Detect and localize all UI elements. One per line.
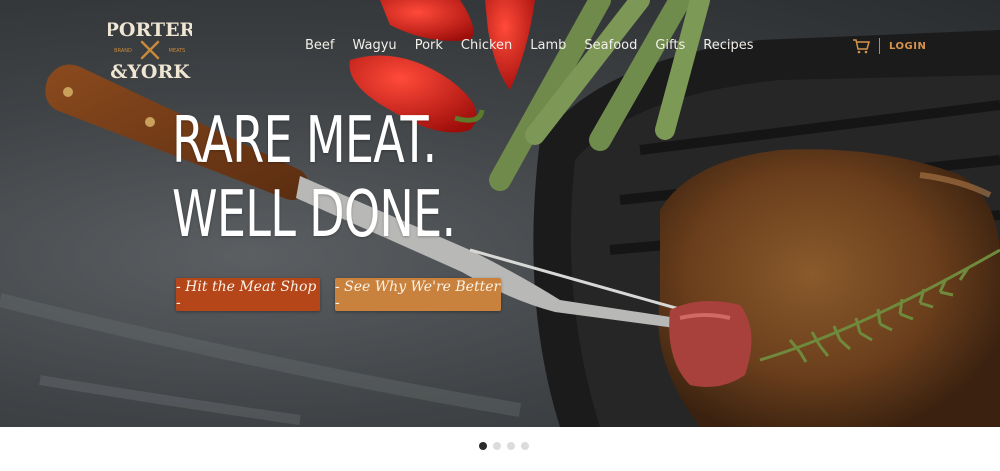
hit-meat-shop-button[interactable]: - Hit the Meat Shop -: [176, 278, 320, 311]
logo-line1: PORTER: [108, 19, 192, 41]
nav-item-pork[interactable]: Pork: [415, 38, 443, 53]
nav-item-beef[interactable]: Beef: [305, 38, 335, 53]
main-nav: Beef Wagyu Pork Chicken Lamb Seafood Gif…: [305, 38, 772, 53]
brand-logo[interactable]: PORTER BRAND MEATS &YORK: [105, 14, 196, 86]
headline-line1: RARE MEAT.: [172, 104, 437, 178]
logo-small-right: MEATS: [169, 48, 186, 54]
hero-headline: RARE MEAT. WELL DONE.: [172, 104, 456, 252]
cart-icon[interactable]: [852, 38, 870, 54]
nav-item-lamb[interactable]: Lamb: [530, 38, 566, 53]
carousel-indicators: [479, 442, 529, 450]
carousel-dot-1[interactable]: [479, 442, 487, 450]
see-why-better-button[interactable]: - See Why We're Better -: [335, 278, 501, 311]
carousel-dot-2[interactable]: [493, 442, 501, 450]
nav-item-seafood[interactable]: Seafood: [584, 38, 637, 53]
nav-item-gifts[interactable]: Gifts: [655, 38, 685, 53]
carousel-dot-4[interactable]: [521, 442, 529, 450]
headline-line2: WELL DONE.: [172, 178, 456, 252]
carousel-dot-3[interactable]: [507, 442, 515, 450]
nav-item-wagyu[interactable]: Wagyu: [353, 38, 397, 53]
logo-line2: &YORK: [110, 61, 191, 83]
hero-banner: PORTER BRAND MEATS &YORK Beef Wagyu Pork…: [0, 0, 1000, 427]
nav-item-recipes[interactable]: Recipes: [703, 38, 753, 53]
nav-divider: [879, 38, 880, 54]
logo-small-left: BRAND: [114, 48, 132, 54]
login-link[interactable]: LOGIN: [889, 41, 926, 52]
nav-item-chicken[interactable]: Chicken: [461, 38, 512, 53]
